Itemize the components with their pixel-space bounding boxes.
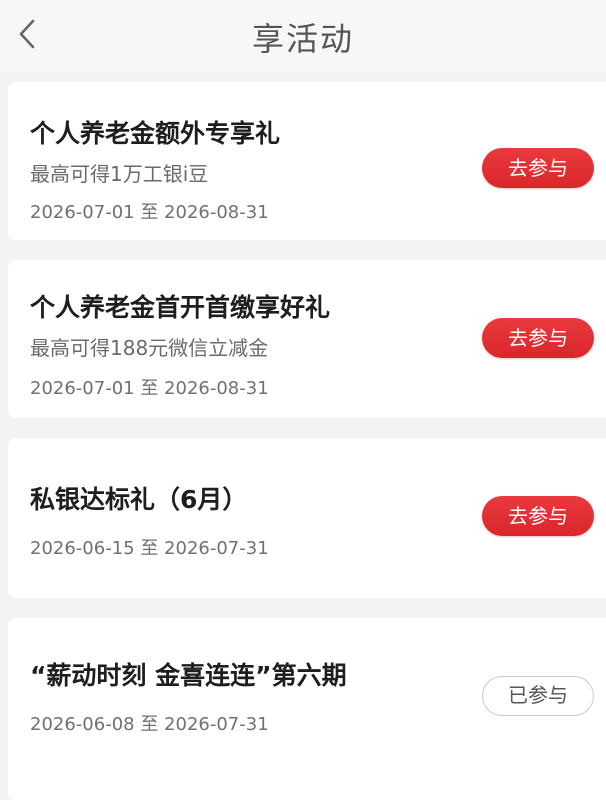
activity-date-range: 2026-06-15 至 2026-07-31 <box>30 538 269 559</box>
activity-card[interactable]: 个人养老金首开首缴享好礼 最高可得188元微信立减金 2026-07-01 至 … <box>8 260 606 418</box>
activity-card[interactable]: “薪动时刻 金喜连连”第六期 2026-06-08 至 2026-07-31 已… <box>8 618 606 800</box>
join-button[interactable]: 去参与 <box>482 496 594 536</box>
activity-title: 个人养老金首开首缴享好礼 <box>30 293 331 322</box>
activity-card[interactable]: 个人养老金额外专享礼 最高可得1万工银i豆 2026-07-01 至 2026-… <box>8 82 606 240</box>
join-button[interactable]: 去参与 <box>482 318 594 358</box>
activity-subtitle: 最高可得1万工银i豆 <box>30 162 209 186</box>
activity-card[interactable]: 私银达标礼（6月） 2026-06-15 至 2026-07-31 去参与 <box>8 438 606 598</box>
activity-date-range: 2026-07-01 至 2026-08-31 <box>30 378 269 399</box>
page-title: 享活动 <box>251 20 354 58</box>
joined-button[interactable]: 已参与 <box>482 676 594 716</box>
activity-date-range: 2026-06-08 至 2026-07-31 <box>30 714 269 735</box>
activity-title: 私银达标礼（6月） <box>30 485 248 514</box>
activity-subtitle: 最高可得188元微信立减金 <box>30 336 269 360</box>
activities-page: 享活动 个人养老金额外专享礼 最高可得1万工银i豆 2026-07-01 至 2… <box>0 0 606 800</box>
join-button[interactable]: 去参与 <box>482 148 594 188</box>
activity-title: 个人养老金额外专享礼 <box>30 119 281 148</box>
activity-date-range: 2026-07-01 至 2026-08-31 <box>30 202 269 223</box>
activity-title: “薪动时刻 金喜连连”第六期 <box>30 661 347 690</box>
top-navigation-bar: 享活动 <box>0 0 606 72</box>
